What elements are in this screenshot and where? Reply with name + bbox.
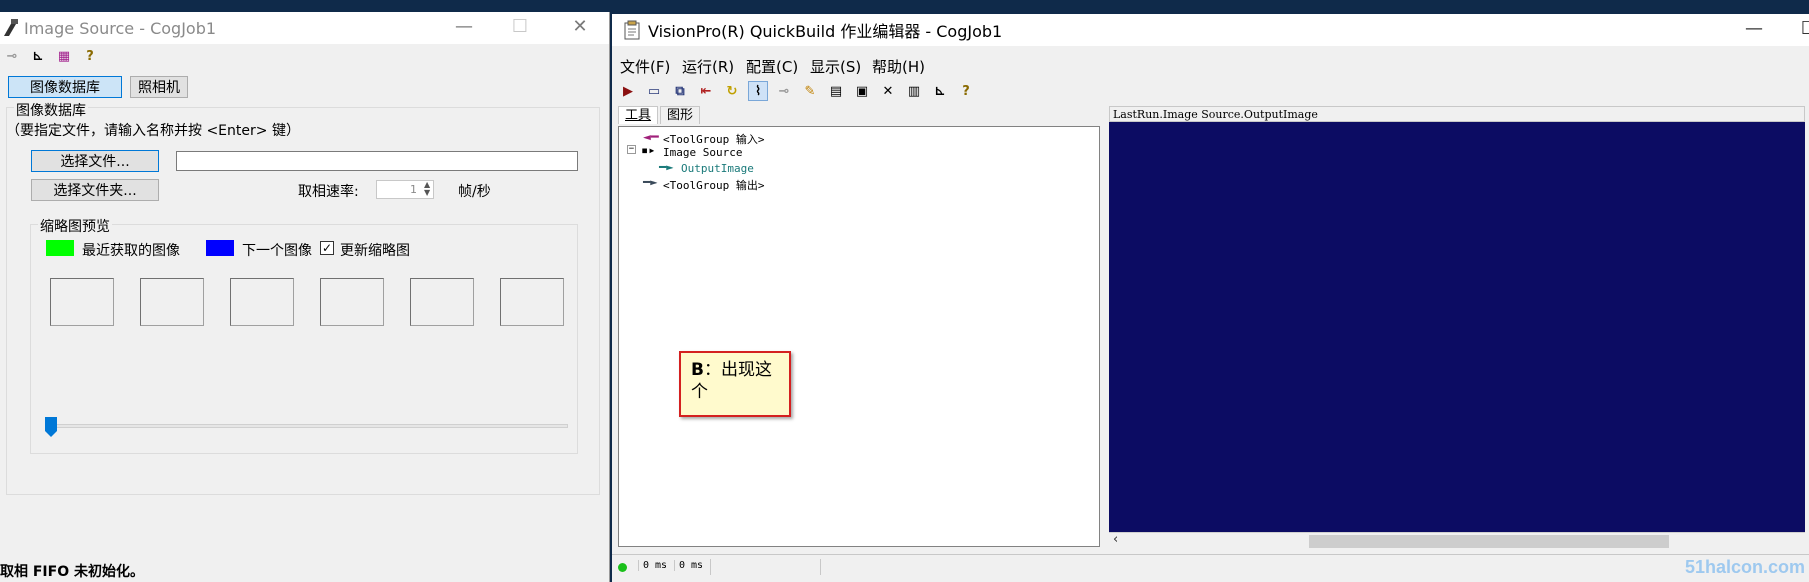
status-led-icon bbox=[618, 563, 627, 572]
left-titlebar: Image Source - CogJob1 — ☐ ✕ bbox=[0, 12, 609, 44]
status-divider bbox=[820, 559, 821, 575]
menu-view[interactable]: 显示(S) bbox=[810, 56, 861, 77]
status-divider bbox=[710, 559, 711, 575]
status-message: 取相 FIFO 未初始化。 bbox=[0, 564, 144, 580]
camera-icon: ▪▸ bbox=[641, 143, 656, 157]
image-scrollbar[interactable]: ‹ bbox=[1109, 532, 1805, 549]
record-icon[interactable]: ▭ bbox=[644, 81, 664, 101]
maximize-button[interactable]: ☐ bbox=[1797, 18, 1809, 42]
copy-icon[interactable]: ⧉ bbox=[670, 81, 690, 101]
maximize-button[interactable]: ☐ bbox=[508, 16, 532, 40]
image-canvas[interactable] bbox=[1109, 122, 1805, 548]
left-toolbar: ⊸ ⊾ ▦ ? bbox=[2, 45, 106, 67]
help-icon[interactable]: ? bbox=[80, 46, 100, 66]
thumbnail-6[interactable] bbox=[500, 278, 564, 326]
thumbnail-5[interactable] bbox=[410, 278, 474, 326]
update-thumbs-checkbox[interactable]: ✓ bbox=[320, 241, 334, 255]
image-source-app-icon bbox=[4, 19, 18, 36]
left-window-title: Image Source - CogJob1 bbox=[24, 18, 217, 38]
counter-icon[interactable]: ▤ bbox=[826, 81, 846, 101]
tree-node-image-source[interactable]: Image Source bbox=[663, 146, 742, 159]
scroll-left-icon[interactable]: ‹ bbox=[1113, 532, 1118, 547]
terminal-icon[interactable]: ▣ bbox=[852, 81, 872, 101]
next-color-swatch bbox=[206, 240, 234, 256]
rate-unit: 帧/秒 bbox=[458, 184, 491, 200]
callout-text: ：出现这个 bbox=[691, 360, 772, 402]
image-display: LastRun.Image Source.OutputImage bbox=[1109, 106, 1805, 548]
pin-icon[interactable]: ⊸ bbox=[774, 81, 794, 101]
watermark: 51halcon.com bbox=[1684, 557, 1805, 577]
tab-tools[interactable]: 工具 bbox=[618, 106, 659, 124]
close-button[interactable]: ✕ bbox=[568, 16, 592, 40]
select-folder-button[interactable]: 选择文件夹... bbox=[31, 179, 159, 201]
thumbnail-slider-track[interactable] bbox=[48, 424, 568, 428]
grid-icon[interactable]: ▦ bbox=[54, 46, 74, 66]
right-window-title: VisionPro(R) QuickBuild 作业编辑器 - CogJob1 bbox=[648, 22, 1003, 41]
quickbuild-window: VisionPro(R) QuickBuild 作业编辑器 - CogJob1 … bbox=[612, 14, 1809, 582]
select-file-button[interactable]: 选择文件... bbox=[31, 150, 159, 172]
menu-file[interactable]: 文件(F) bbox=[620, 56, 670, 77]
recent-color-swatch bbox=[46, 240, 74, 256]
right-toolbar: ▶ ▭ ⧉ ⇤ ↻ ⌇ ⊸ ✎ ▤ ▣ ✕ ▥ ⊾ ? bbox=[618, 80, 982, 102]
tree-node-output[interactable]: <ToolGroup 输出> bbox=[663, 177, 764, 193]
thumbnail-3[interactable] bbox=[230, 278, 294, 326]
callout-bold: B bbox=[691, 360, 704, 380]
minimize-button[interactable]: — bbox=[1742, 18, 1766, 42]
minimize-button[interactable]: — bbox=[452, 16, 476, 40]
tool-tree: ◄━ <ToolGroup 输入> − ▪▸ Image Source ━► O… bbox=[618, 126, 1100, 547]
help-icon[interactable]: ? bbox=[956, 81, 976, 101]
status-time-2: 0 ms bbox=[674, 560, 703, 571]
thumbnail-2[interactable] bbox=[140, 278, 204, 326]
wrench-icon[interactable]: ✕ bbox=[878, 81, 898, 101]
legend-next-label: 下一个图像 bbox=[242, 243, 312, 259]
spinner-arrows-icon[interactable]: ▲ ▼ bbox=[424, 181, 430, 197]
refresh-icon[interactable]: ↻ bbox=[722, 81, 742, 101]
image-header: LastRun.Image Source.OutputImage bbox=[1109, 106, 1805, 122]
legend-recent-label: 最近获取的图像 bbox=[82, 243, 180, 259]
tab-camera[interactable]: 照相机 bbox=[130, 76, 188, 98]
preview-group-title: 缩略图预览 bbox=[38, 216, 112, 236]
status-bar: 0 ms 0 ms bbox=[612, 554, 1809, 580]
right-titlebar: VisionPro(R) QuickBuild 作业编辑器 - CogJob1 … bbox=[612, 14, 1809, 46]
ruler-icon[interactable]: ⊾ bbox=[930, 81, 950, 101]
ruler-icon[interactable]: ⊾ bbox=[28, 46, 48, 66]
clipboard-icon bbox=[624, 20, 640, 40]
tree-node-output-image[interactable]: OutputImage bbox=[681, 162, 754, 175]
image-source-window: Image Source - CogJob1 — ☐ ✕ ⊸ ⊾ ▦ ? 图像数… bbox=[0, 12, 610, 582]
panel-tabs: 工具 图形 bbox=[618, 106, 702, 124]
tool-icon[interactable]: ⌇ bbox=[748, 81, 768, 101]
menu-config[interactable]: 配置(C) bbox=[746, 56, 798, 77]
file-path-input[interactable] bbox=[176, 151, 578, 171]
pin-icon[interactable]: ⊸ bbox=[2, 46, 22, 66]
status-time-1: 0 ms bbox=[638, 560, 667, 571]
edit-icon[interactable]: ✎ bbox=[800, 81, 820, 101]
menu-help[interactable]: 帮助(H) bbox=[872, 56, 925, 77]
hint-text: （要指定文件，请输入名称并按 <Enter> 键） bbox=[6, 123, 300, 139]
database-group-title: 图像数据库 bbox=[14, 100, 88, 120]
output-group-arrow-icon: ━► bbox=[643, 175, 658, 189]
import-icon[interactable]: ⇤ bbox=[696, 81, 716, 101]
output-arrow-icon: ━► bbox=[659, 160, 674, 174]
tab-graphics[interactable]: 图形 bbox=[660, 106, 701, 124]
collapse-icon[interactable]: − bbox=[627, 145, 636, 154]
tree-node-input[interactable]: <ToolGroup 输入> bbox=[663, 131, 764, 147]
rate-label: 取相速率: bbox=[298, 184, 359, 200]
menu-run[interactable]: 运行(R) bbox=[682, 56, 734, 77]
scrollbar-thumb[interactable] bbox=[1309, 535, 1669, 548]
thumbnail-slider-thumb[interactable] bbox=[44, 416, 58, 438]
io-icon[interactable]: ▥ bbox=[904, 81, 924, 101]
thumbnail-1[interactable] bbox=[50, 278, 114, 326]
annotation-callout: B：出现这个 bbox=[679, 351, 791, 417]
update-thumbs-label: 更新缩略图 bbox=[340, 243, 410, 259]
run-icon[interactable]: ▶ bbox=[618, 81, 638, 101]
thumbnail-4[interactable] bbox=[320, 278, 384, 326]
tab-image-database[interactable]: 图像数据库 bbox=[8, 76, 122, 98]
